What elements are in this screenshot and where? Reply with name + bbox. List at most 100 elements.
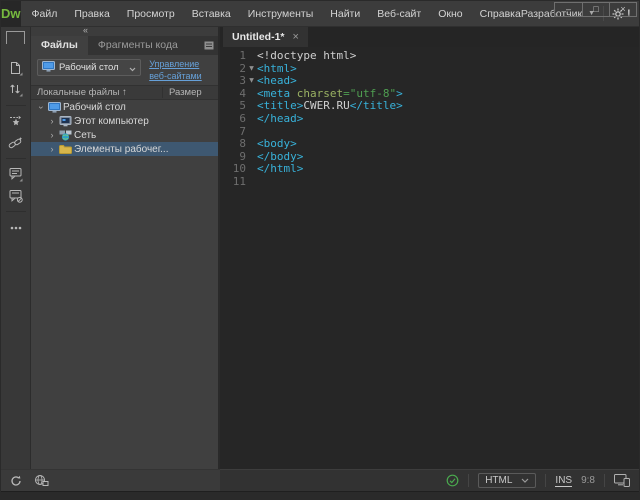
desktop-icon [46, 102, 63, 113]
file-list-header: Локальные файлы ↑ Размер [31, 85, 218, 100]
manage-sites-link[interactable]: Управление веб-сайтами [149, 59, 212, 82]
menu-items: Файл Правка Просмотр Вставка Инструменты Найт… [32, 8, 521, 20]
line-number: 8 [220, 138, 246, 151]
close-button[interactable]: × [609, 3, 636, 16]
chevron-down-icon [129, 59, 136, 77]
code-editor[interactable]: 1<!doctype html>2▼<html>3▼<head>4<meta c… [220, 47, 639, 469]
preview-devices-button[interactable] [614, 474, 630, 487]
tab-close-icon[interactable]: × [293, 31, 299, 43]
fold-gutter [246, 113, 257, 126]
desktop-icon [42, 59, 55, 77]
fold-gutter [246, 151, 257, 164]
link-icon[interactable] [5, 133, 27, 152]
open-documents-icon[interactable] [5, 59, 27, 78]
site-selector[interactable]: Рабочий стол [37, 59, 141, 76]
files-panel-body: Рабочий стол Управление веб-сайтами Лока… [31, 55, 218, 469]
window-controls: – □ × [554, 2, 637, 17]
tree-item[interactable]: › Сеть [31, 128, 218, 142]
maximize-button[interactable]: □ [582, 3, 609, 16]
footer: HTML INS 9:8 [1, 469, 639, 491]
fold-gutter [246, 138, 257, 151]
divider [6, 211, 26, 212]
files-panel: « ФайлыФрагменты кода Рабочий стол Управ… [31, 27, 218, 469]
tree-item-label: Этот компьютер [74, 116, 149, 127]
tree-item[interactable]: › Рабочий стол [31, 100, 218, 114]
apply-comment-icon[interactable] [5, 165, 27, 184]
editor-pane: Untitled-1* × 1<!doctype html>2▼<html>3▼… [220, 27, 639, 469]
site-row: Рабочий стол Управление веб-сайтами [31, 55, 218, 85]
menu-item[interactable]: Файл [32, 8, 58, 20]
divider [545, 474, 546, 487]
artboard-icon [6, 31, 25, 44]
code-line: 11 [220, 176, 639, 189]
menu-item[interactable]: Инструменты [248, 8, 313, 20]
computer-icon [57, 116, 74, 127]
files-panel-footer [1, 469, 220, 491]
panel-tab-files[interactable]: Файлы [31, 36, 88, 55]
file-tree: › Рабочий стол › Этот компьютер › Сеть›Элемен… [31, 100, 218, 469]
main-area: « ФайлыФрагменты кода Рабочий стол Управ… [1, 27, 639, 469]
document-tab-bar: Untitled-1* × [220, 27, 639, 47]
cursor-position: 9:8 [581, 475, 595, 486]
tree-item[interactable]: ›Элементы рабочег... [31, 142, 218, 156]
network-icon [57, 130, 74, 141]
tree-item-label: Рабочий стол [63, 102, 126, 113]
line-number: 1 [220, 50, 246, 63]
menu-item[interactable]: Просмотр [127, 8, 175, 20]
remove-comment-icon[interactable] [5, 186, 27, 205]
divider [468, 474, 469, 487]
dreamweaver-logo: Dw [1, 1, 21, 27]
insert-mode-toggle[interactable]: INS [555, 475, 572, 487]
code-line: 6</head> [220, 113, 639, 126]
menu-item[interactable]: Окно [438, 8, 462, 20]
menu-item[interactable]: Вставка [192, 8, 231, 20]
tree-item-label: Сеть [74, 130, 96, 141]
fold-gutter [246, 100, 257, 113]
document-tab[interactable]: Untitled-1* × [223, 27, 308, 47]
language-selector[interactable]: HTML [478, 473, 536, 488]
code-text: </head> [257, 113, 303, 126]
panel-tab-snippets[interactable]: Фрагменты кода [88, 36, 188, 55]
more-options-icon[interactable] [5, 218, 27, 237]
code-text: </html> [257, 163, 303, 176]
code-line: 10</html> [220, 163, 639, 176]
divider [6, 158, 26, 159]
divider [6, 105, 26, 106]
chevron-collapsed-icon[interactable]: › [47, 131, 57, 140]
size-column-header[interactable]: Размер [162, 87, 218, 98]
menu-item[interactable]: Веб-сайт [377, 8, 421, 20]
fold-gutter [246, 126, 257, 139]
fold-arrow-icon[interactable]: ▼ [246, 63, 257, 76]
chevron-expanded-icon[interactable]: › [37, 102, 46, 112]
tree-item[interactable]: › Этот компьютер [31, 114, 218, 128]
menu-item[interactable]: Справка [480, 8, 521, 20]
collapse-panels-button[interactable]: « [83, 25, 89, 35]
lint-ok-icon[interactable] [446, 474, 459, 487]
language-value: HTML [485, 475, 512, 486]
status-bar: HTML INS 9:8 [220, 469, 639, 491]
panel-tab-bar: ФайлыФрагменты кода [31, 36, 218, 55]
menu-item[interactable]: Правка [74, 8, 109, 20]
minimize-button[interactable]: – [555, 3, 582, 16]
sync-server-button[interactable] [34, 474, 49, 487]
site-selector-value: Рабочий стол [59, 62, 125, 73]
format-source-code-icon[interactable] [5, 112, 27, 131]
code-toolbar [1, 27, 31, 469]
menu-item[interactable]: Найти [330, 8, 360, 20]
panel-menu-icon[interactable] [200, 36, 218, 55]
chevron-collapsed-icon[interactable]: › [47, 145, 57, 154]
fold-gutter [246, 88, 257, 101]
fold-arrow-icon[interactable]: ▼ [246, 75, 257, 88]
document-tab-title: Untitled-1* [232, 31, 285, 43]
local-files-column-header[interactable]: Локальные файлы ↑ [31, 87, 162, 98]
fold-gutter [246, 176, 257, 189]
fold-gutter [246, 163, 257, 176]
window-bottom-edge [1, 491, 639, 499]
chevron-collapsed-icon[interactable]: › [47, 117, 57, 126]
chevron-down-icon [521, 475, 529, 486]
dreamweaver-window: Dw Файл Правка Просмотр Вставка Инструменты Н… [0, 0, 640, 500]
file-management-icon[interactable] [5, 80, 27, 99]
refresh-button[interactable] [10, 475, 22, 487]
line-number: 11 [220, 176, 246, 189]
menu-bar: Dw Файл Правка Просмотр Вставка Инструменты Н… [1, 1, 639, 27]
